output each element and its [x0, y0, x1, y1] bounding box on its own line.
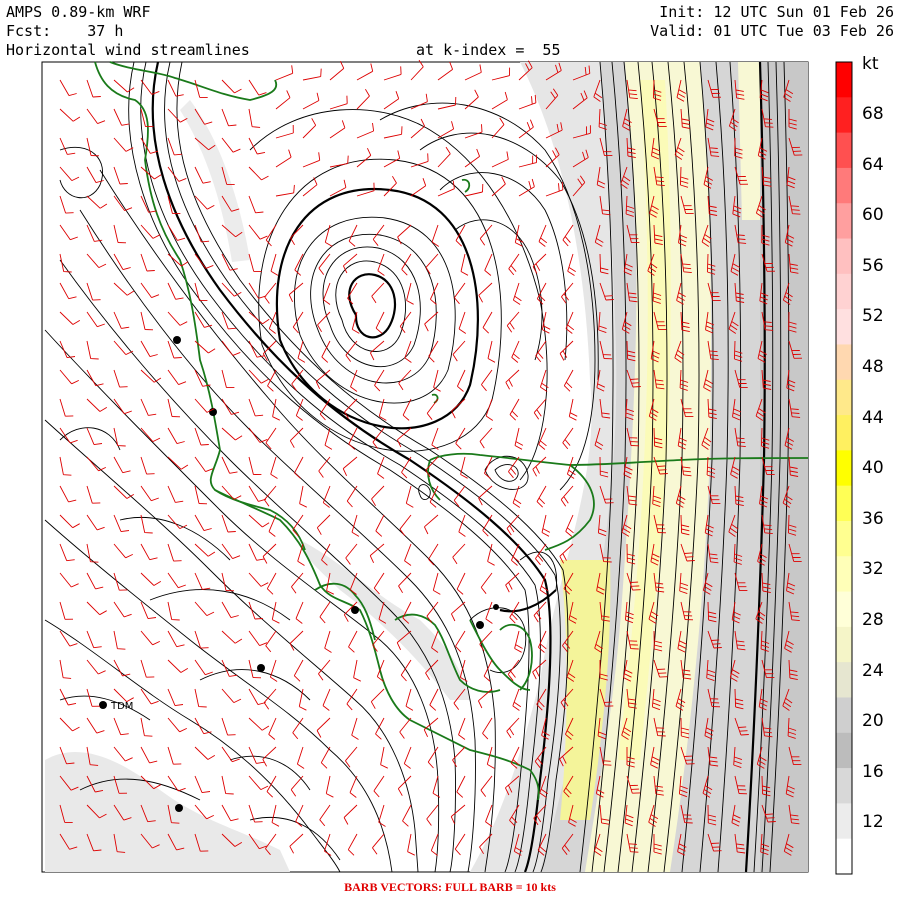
- station-marker: [173, 336, 181, 344]
- colorbar-swatch: [836, 203, 852, 240]
- barb-legend: BARB VECTORS: FULL BARB = 10 kts: [344, 880, 556, 894]
- station-marker: [493, 604, 499, 610]
- colorbar-swatch: [836, 450, 852, 487]
- colorbar-tick-label: 20: [862, 711, 884, 732]
- colorbar-swatch: [836, 309, 852, 345]
- colorbar-swatch: [836, 803, 852, 840]
- colorbar-swatch: [836, 732, 852, 769]
- colorbar-swatch: [836, 167, 852, 204]
- colorbar-tick-label: 48: [862, 357, 884, 377]
- colorbar-swatch: [836, 97, 852, 134]
- colorbar-tick-label: 36: [862, 508, 884, 529]
- colorbar-tick-label: 68: [862, 104, 884, 124]
- station-marker-tdm: [99, 701, 107, 709]
- colorbar-swatch: [836, 768, 852, 804]
- colorbar-tick-label: 56: [862, 255, 884, 276]
- colorbar-swatch: [836, 662, 852, 698]
- colorbar-swatch: [836, 273, 852, 310]
- map-canvas: TDM: [41, 59, 853, 875]
- colorbar-tick-label: 16: [862, 761, 884, 782]
- colorbar-tick-label: 32: [862, 559, 884, 580]
- colorbar-swatch: [836, 379, 852, 416]
- colorbar-tick-label: 24: [862, 660, 884, 681]
- colorbar-tick-label: 28: [862, 610, 884, 630]
- colorbar-tick-label: 44: [862, 407, 884, 428]
- colorbar-tick-label: 60: [862, 205, 884, 226]
- colorbar-swatch: [836, 556, 852, 593]
- station-marker: [257, 664, 265, 672]
- colorbar-swatch: [836, 62, 852, 98]
- station-marker: [175, 804, 183, 812]
- colorbar-swatch: [836, 132, 852, 169]
- colorbar-swatch: [836, 344, 852, 381]
- colorbar: [835, 61, 853, 875]
- station-marker: [476, 621, 484, 629]
- colorbar-swatch: [836, 591, 852, 628]
- colorbar-unit: kt: [862, 54, 879, 74]
- colorbar-swatch: [836, 238, 852, 275]
- colorbar-swatch: [836, 520, 852, 557]
- colorbar-swatch: [836, 626, 852, 663]
- colorbar-swatch: [836, 697, 852, 734]
- colorbar-swatch: [836, 838, 852, 875]
- colorbar-swatch: [836, 415, 852, 451]
- colorbar-tick-label: 40: [862, 458, 884, 479]
- colorbar-tick-label: 64: [862, 154, 884, 175]
- colorbar-swatch: [836, 485, 852, 522]
- colorbar-tick-label: 52: [862, 306, 884, 327]
- colorbar-tick-label: 12: [862, 812, 884, 833]
- station-label-tdm: TDM: [110, 701, 133, 712]
